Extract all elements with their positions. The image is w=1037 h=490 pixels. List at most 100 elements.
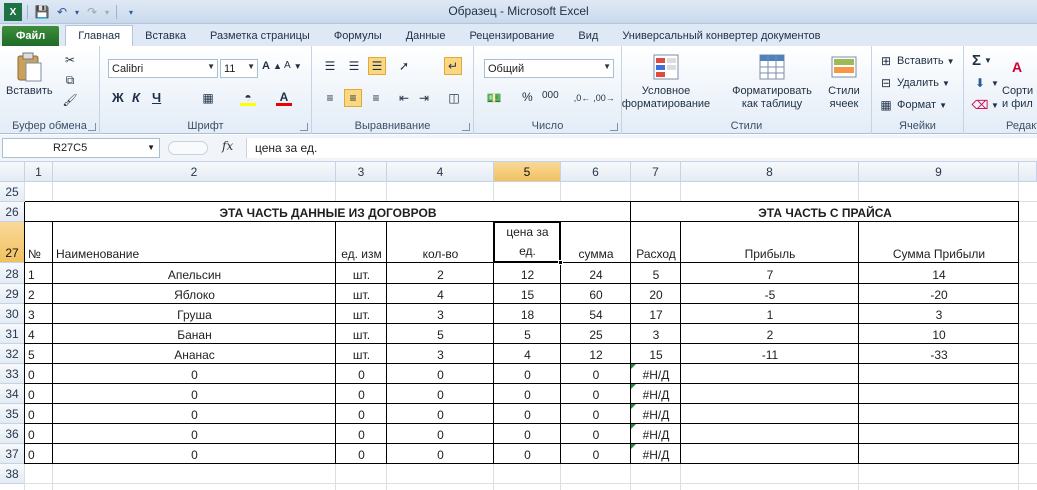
table-cell[interactable]: 0 (336, 364, 387, 384)
table-cell[interactable]: 7 (681, 263, 859, 284)
cut-button[interactable]: ✂ (62, 52, 78, 68)
table-cell[interactable]: шт. (336, 324, 387, 344)
table-cell[interactable]: 2 (681, 324, 859, 344)
table-cell[interactable]: 15 (631, 344, 681, 364)
table-cell[interactable]: 0 (53, 364, 336, 384)
table-cell[interactable]: Банан (53, 324, 336, 344)
tab-view[interactable]: Вид (566, 26, 610, 46)
table-cell[interactable]: 0 (494, 424, 561, 444)
table-cell[interactable]: -5 (681, 284, 859, 304)
table-cell[interactable] (681, 384, 859, 404)
table-cell[interactable]: 0 (561, 424, 631, 444)
wrap-text-button[interactable]: ↵ (444, 57, 462, 75)
bold-button[interactable]: Ж (112, 90, 124, 105)
table-cell[interactable]: 18 (494, 304, 561, 324)
table-cell[interactable]: 0 (494, 384, 561, 404)
font-name-combo[interactable]: Calibri ▼ (108, 59, 218, 78)
worksheet-grid[interactable]: 123456789 25 26 27 28 29 30 31 32 33 34 35 36 37 38 Э… (0, 162, 1037, 490)
fill-handle[interactable] (558, 260, 563, 265)
table-cell[interactable]: 0 (336, 444, 387, 464)
underline-button[interactable]: Ч (152, 90, 161, 105)
table-cell[interactable]: 14 (859, 263, 1019, 284)
tab-data[interactable]: Данные (394, 26, 458, 46)
column-header[interactable]: 6 (561, 162, 631, 182)
table-cell[interactable]: #Н/Д (631, 364, 681, 384)
align-bottom-button[interactable]: ☰ (368, 57, 386, 75)
align-center-button[interactable]: ≡ (344, 89, 362, 107)
table-cell[interactable]: 15 (494, 284, 561, 304)
currency-button[interactable]: 💵 (486, 90, 502, 106)
row-header[interactable]: 32 (0, 344, 25, 364)
format-cells-button[interactable]: ▦ Формат ▼ (878, 97, 947, 113)
header-cell[interactable]: № (25, 222, 53, 263)
table-cell[interactable]: 24 (561, 263, 631, 284)
orientation-button[interactable]: ➚ (396, 58, 412, 74)
table-cell[interactable]: 0 (387, 404, 494, 424)
table-cell[interactable]: 5 (25, 344, 53, 364)
row-header[interactable]: 28 (0, 263, 25, 284)
format-as-table-button[interactable]: Форматировать как таблицу (730, 52, 814, 111)
table-cell[interactable]: 0 (561, 364, 631, 384)
clipboard-launcher-icon[interactable] (88, 123, 96, 131)
merge-center-button[interactable]: ◫ (446, 90, 462, 106)
header-cell[interactable]: Расход (631, 222, 681, 263)
table-cell[interactable]: 12 (494, 263, 561, 284)
number-launcher-icon[interactable] (610, 123, 618, 131)
table-cell[interactable]: 0 (561, 404, 631, 424)
table-cell[interactable]: шт. (336, 284, 387, 304)
insert-function-button[interactable]: fx (222, 139, 233, 153)
borders-button[interactable]: ▦ (200, 90, 216, 106)
percent-button[interactable]: % (522, 90, 533, 104)
table-cell[interactable] (859, 404, 1019, 424)
cell-styles-button[interactable]: Стили ячеек (820, 52, 868, 111)
table-cell[interactable]: 0 (387, 444, 494, 464)
italic-button[interactable]: К (132, 90, 140, 105)
row-header[interactable]: 36 (0, 424, 25, 444)
tab-page-layout[interactable]: Разметка страницы (198, 26, 322, 46)
font-color-button[interactable]: A (276, 90, 292, 106)
table-cell[interactable]: -33 (859, 344, 1019, 364)
table-cell[interactable]: 0 (494, 404, 561, 424)
table-cell[interactable] (859, 424, 1019, 444)
clear-button[interactable]: ⌫ ▼ (972, 97, 999, 113)
table-cell[interactable]: 0 (387, 384, 494, 404)
table-cell[interactable]: 12 (561, 344, 631, 364)
table-cell[interactable]: шт. (336, 344, 387, 364)
column-header[interactable]: 5 (494, 162, 561, 182)
tab-home[interactable]: Главная (65, 25, 134, 46)
header-cell[interactable]: Наименование (53, 222, 336, 263)
column-header[interactable]: 3 (336, 162, 387, 182)
table-cell[interactable]: 0 (25, 424, 53, 444)
formula-input[interactable]: цена за ед. (246, 138, 1037, 158)
table-cell[interactable]: 1 (681, 304, 859, 324)
table-cell[interactable]: 20 (631, 284, 681, 304)
table-cell[interactable]: 5 (631, 263, 681, 284)
tab-insert[interactable]: Вставка (133, 26, 198, 46)
autosum-button[interactable]: Σ ▼ (972, 52, 992, 69)
table-cell[interactable] (859, 444, 1019, 464)
table-cell[interactable] (681, 424, 859, 444)
table-cell[interactable]: шт. (336, 263, 387, 284)
delete-cells-button[interactable]: ⊟ Удалить ▼ (878, 75, 950, 91)
row-header[interactable]: 35 (0, 404, 25, 424)
table-cell[interactable]: Яблоко (53, 284, 336, 304)
table-cell[interactable]: 1 (25, 263, 53, 284)
table-cell[interactable]: 0 (53, 424, 336, 444)
table-cell[interactable]: 0 (336, 404, 387, 424)
header-cell[interactable]: сумма (561, 222, 631, 263)
table-cell[interactable]: 0 (53, 384, 336, 404)
table-cell[interactable] (681, 444, 859, 464)
column-header[interactable]: 7 (631, 162, 681, 182)
format-painter-button[interactable]: 🖌 (62, 92, 78, 108)
table-cell[interactable]: -20 (859, 284, 1019, 304)
table-cell[interactable]: 4 (494, 344, 561, 364)
section-title-price[interactable]: ЭТА ЧАСТЬ С ПРАЙСА (631, 202, 1019, 222)
table-cell[interactable]: 4 (25, 324, 53, 344)
header-cell[interactable]: кол-во (387, 222, 494, 263)
column-header[interactable]: 4 (387, 162, 494, 182)
paste-button[interactable]: Вставить (6, 52, 53, 98)
font-launcher-icon[interactable] (300, 123, 308, 131)
formula-bar-resize-handle[interactable] (168, 141, 208, 155)
table-cell[interactable]: 3 (387, 304, 494, 324)
table-cell[interactable]: Апельсин (53, 263, 336, 284)
